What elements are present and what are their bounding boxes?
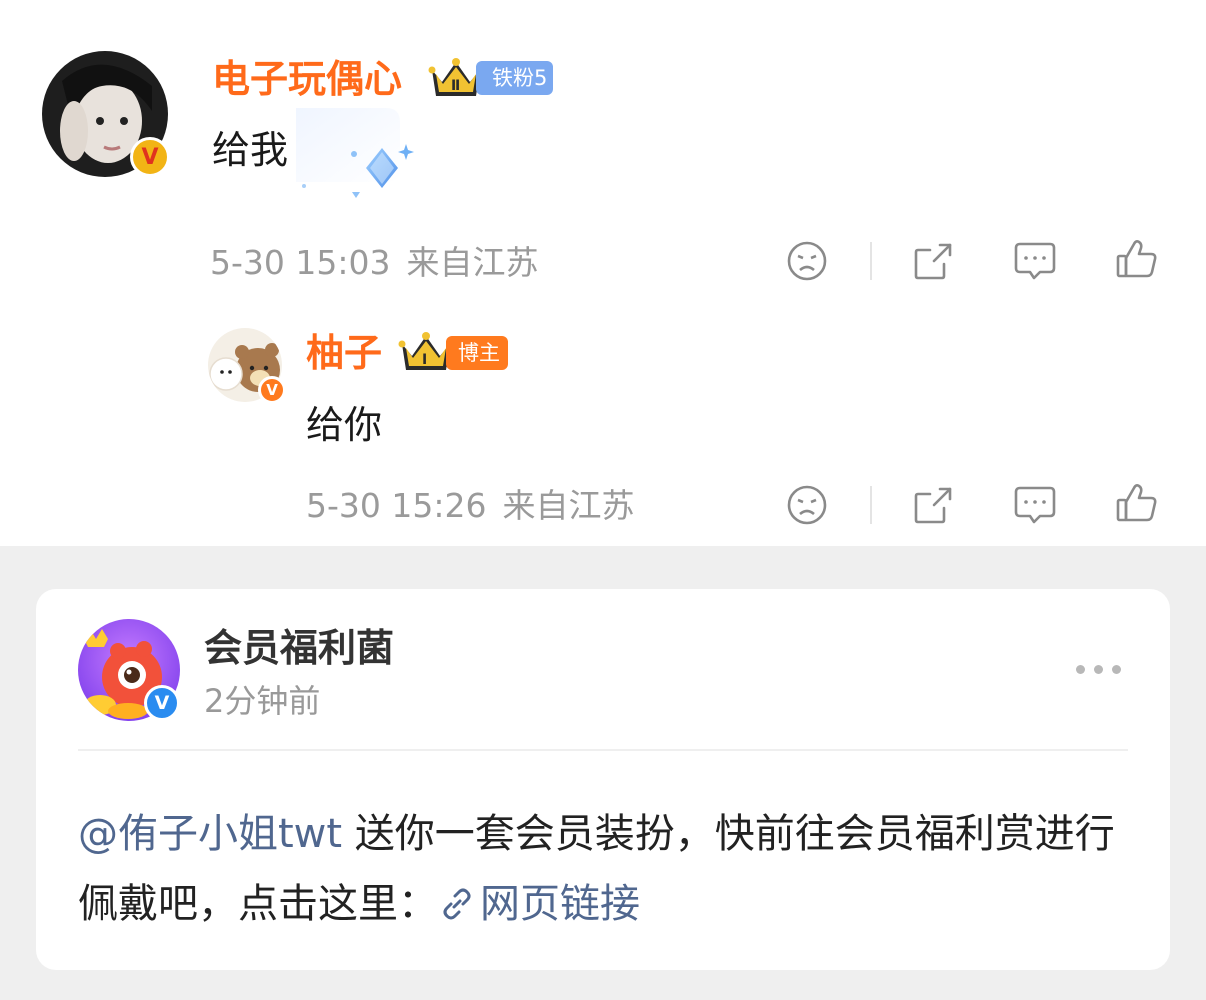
card-divider bbox=[78, 749, 1128, 751]
dislike-button[interactable] bbox=[784, 238, 830, 284]
svg-text:Ⅰ: Ⅰ bbox=[422, 352, 427, 368]
reply-date: 5-30 15:26 bbox=[306, 486, 487, 525]
share-icon bbox=[914, 487, 952, 524]
more-options-button[interactable] bbox=[1076, 665, 1121, 674]
notification-card[interactable]: V 会员福利菌 2分钟前 @侑子小姐twt 送你一套会员装扮，快前往会员福利赏进… bbox=[36, 589, 1170, 970]
orange-verified-badge: V bbox=[258, 376, 286, 404]
web-link-label: 网页链接 bbox=[480, 881, 640, 927]
blogger-badge: 博主 bbox=[446, 336, 508, 370]
reply-text: 给你 bbox=[306, 403, 383, 447]
dislike-icon bbox=[787, 241, 827, 281]
fan-level-badge: 铁粉5 bbox=[476, 61, 554, 95]
action-separator bbox=[870, 486, 872, 524]
share-icon bbox=[914, 243, 952, 280]
user-mention-link[interactable]: @侑子小姐twt bbox=[78, 811, 342, 857]
like-icon bbox=[1116, 240, 1157, 278]
comment-icon bbox=[1014, 486, 1056, 524]
comment-meta: 5-30 15:03 来自江苏 bbox=[210, 246, 539, 279]
replier-username[interactable]: 柚子 bbox=[306, 334, 382, 372]
share-button[interactable] bbox=[910, 238, 956, 284]
action-separator bbox=[870, 242, 872, 280]
comment-button[interactable] bbox=[1012, 482, 1058, 528]
gold-verified-badge: V bbox=[130, 137, 170, 177]
comment-date: 5-30 15:03 bbox=[210, 243, 391, 282]
blue-verified-badge: V bbox=[144, 685, 180, 721]
post-body: @侑子小姐twt 送你一套会员装扮，快前往会员福利赏进行佩戴吧，点击这里： 网页链… bbox=[78, 799, 1138, 939]
more-icon bbox=[1076, 665, 1121, 674]
dislike-icon bbox=[787, 485, 827, 525]
svg-text:Ⅱ: Ⅱ bbox=[451, 78, 460, 94]
dislike-button[interactable] bbox=[784, 482, 830, 528]
link-icon bbox=[443, 888, 471, 920]
reply-meta: 5-30 15:26 来自江苏 bbox=[306, 489, 635, 522]
post-time: 2分钟前 bbox=[204, 682, 321, 720]
comment-icon bbox=[1014, 242, 1056, 280]
comment-button[interactable] bbox=[1012, 238, 1058, 284]
poster-name[interactable]: 会员福利菌 bbox=[204, 629, 394, 667]
diamond-decoration-icon bbox=[296, 108, 414, 198]
like-button[interactable] bbox=[1114, 480, 1160, 526]
like-button[interactable] bbox=[1114, 236, 1160, 282]
web-link[interactable]: 网页链接 bbox=[438, 881, 640, 927]
share-button[interactable] bbox=[910, 482, 956, 528]
comment-thread: V 电子玩偶心 Ⅱ 铁粉5 给我 5-30 15:03 来自江苏 V 柚子 Ⅰ … bbox=[0, 0, 1206, 546]
commenter-username[interactable]: 电子玩偶心 bbox=[212, 60, 402, 98]
comment-location: 来自江苏 bbox=[406, 243, 539, 282]
like-icon bbox=[1116, 484, 1157, 522]
comment-text: 给我 bbox=[212, 128, 289, 172]
reply-location: 来自江苏 bbox=[502, 486, 635, 525]
